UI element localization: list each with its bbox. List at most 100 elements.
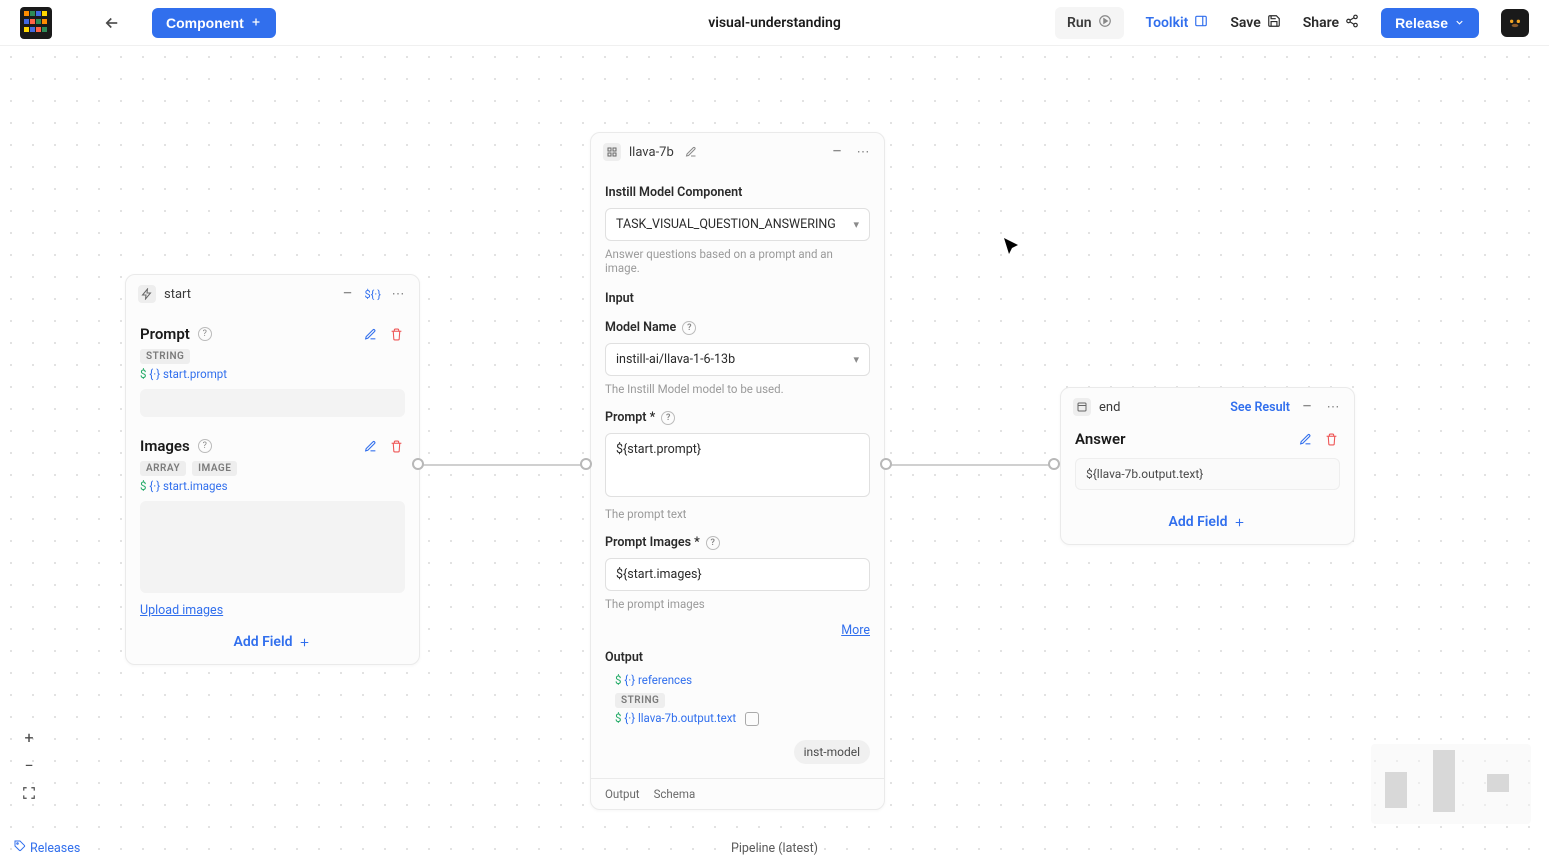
model-icon [603,143,621,161]
type-badge-array: ARRAY [140,461,186,476]
run-label: Run [1067,15,1092,31]
share-label: Share [1303,15,1339,31]
model-name-value: instill-ai/llava-1-6-13b [616,352,735,367]
type-badge-image: IMAGE [192,461,237,476]
upload-images-link[interactable]: Upload images [140,603,223,618]
prompt-ref: $ {·} start.prompt [140,367,405,381]
tab-schema[interactable]: Schema [654,787,696,801]
help-icon[interactable]: ? [661,411,675,425]
output-ref: $ {·} llava-7b.output.text [615,711,870,726]
save-icon [1267,14,1281,32]
releases-link[interactable]: Releases [14,840,80,856]
input-section-label: Input [605,291,870,306]
edit-icon[interactable] [361,325,379,343]
chevron-down-icon: ▾ [853,353,859,366]
collapse-button[interactable]: − [828,143,846,161]
add-field-button[interactable]: Add Field [1075,514,1340,530]
share-icon [1345,14,1359,32]
add-component-button[interactable]: Component [152,8,276,38]
references-label: $ {·} references [615,673,870,687]
minimap[interactable] [1371,744,1531,824]
bolt-icon [138,285,156,303]
output-section-label: Output [605,650,870,665]
more-menu-button[interactable]: ⋯ [1324,398,1342,416]
task-select-value: TASK_VISUAL_QUESTION_ANSWERING [616,217,836,232]
release-button[interactable]: Release [1381,8,1479,38]
llava-node-title: llava-7b [629,145,674,160]
node-start[interactable]: start − ${·} ⋯ Prompt ? STRING $ {·} sta… [125,274,420,665]
help-icon[interactable]: ? [198,327,212,341]
pipeline-status: Pipeline (latest) [731,841,818,856]
end-icon [1073,398,1091,416]
images-ref: $ {·} start.images [140,479,405,493]
toolkit-label: Toolkit [1146,15,1189,31]
collapse-button[interactable]: − [339,285,357,303]
save-label: Save [1230,15,1260,31]
task-select[interactable]: TASK_VISUAL_QUESTION_ANSWERING ▾ [605,208,870,241]
add-field-button[interactable]: Add Field [140,634,405,650]
cursor-icon [1000,236,1024,260]
more-link[interactable]: More [841,623,870,638]
node-llava-7b[interactable]: llava-7b − ⋯ Instill Model Component TAS… [590,132,885,810]
release-label: Release [1395,15,1448,31]
answer-value: ${llava-7b.output.text} [1075,458,1340,490]
start-node-title: start [164,287,191,302]
more-menu-button[interactable]: ⋯ [854,143,872,161]
prompt-input[interactable] [605,433,870,497]
prompt-images-label: Prompt Images * [605,535,700,550]
fullscreen-button[interactable] [18,782,40,804]
tab-output[interactable]: Output [605,787,640,801]
play-icon [1098,14,1112,32]
prompt-helper: The prompt text [605,507,870,521]
end-input-port[interactable] [1048,458,1060,470]
output-type-badge: STRING [615,693,665,708]
app-logo[interactable] [20,7,52,39]
llava-output-port[interactable] [880,458,892,470]
start-ref-token[interactable]: ${·} [365,288,382,301]
collapse-button[interactable]: − [1298,398,1316,416]
toolkit-button[interactable]: Toolkit [1146,14,1209,32]
delete-icon[interactable] [387,437,405,455]
prompt-images-input[interactable] [605,558,870,591]
panel-icon [1194,14,1208,32]
run-button[interactable]: Run [1055,7,1124,39]
back-button[interactable] [100,11,124,35]
edit-icon[interactable] [361,437,379,455]
model-tag: inst-model [794,740,870,764]
images-field-title: Images [140,437,190,455]
images-dropzone[interactable] [140,501,405,593]
edit-title-icon[interactable] [682,143,700,161]
prompt-label: Prompt * [605,410,655,425]
help-icon[interactable]: ? [198,439,212,453]
answer-field-title: Answer [1075,430,1125,448]
task-helper: Answer questions based on a prompt and a… [605,247,870,275]
node-end[interactable]: end See Result − ⋯ Answer ${llava-7b.out… [1060,387,1355,545]
help-icon[interactable]: ? [682,321,696,335]
add-component-label: Component [166,15,244,31]
tag-icon [14,840,26,856]
zoom-out-button[interactable]: − [18,754,40,776]
more-menu-button[interactable]: ⋯ [389,285,407,303]
delete-icon[interactable] [1322,430,1340,448]
prompt-images-helper: The prompt images [605,597,870,611]
prompt-field-title: Prompt [140,325,190,343]
model-name-select[interactable]: instill-ai/llava-1-6-13b ▾ [605,343,870,376]
prompt-input-placeholder[interactable] [140,389,405,417]
chevron-down-icon: ▾ [853,218,859,231]
share-button[interactable]: Share [1303,14,1359,32]
model-name-label: Model Name [605,320,676,335]
help-icon[interactable]: ? [706,536,720,550]
component-heading: Instill Model Component [605,185,870,200]
see-result-link[interactable]: See Result [1230,400,1290,415]
zoom-in-button[interactable]: + [18,726,40,748]
llava-input-port[interactable] [580,458,592,470]
edit-icon[interactable] [1296,430,1314,448]
model-name-helper: The Instill Model model to be used. [605,382,870,396]
chevron-down-icon [1454,15,1465,31]
save-button[interactable]: Save [1230,14,1280,32]
user-avatar[interactable] [1501,9,1529,37]
end-node-title: end [1099,400,1120,415]
delete-icon[interactable] [387,325,405,343]
start-output-port[interactable] [412,458,424,470]
copy-icon[interactable] [745,712,759,726]
